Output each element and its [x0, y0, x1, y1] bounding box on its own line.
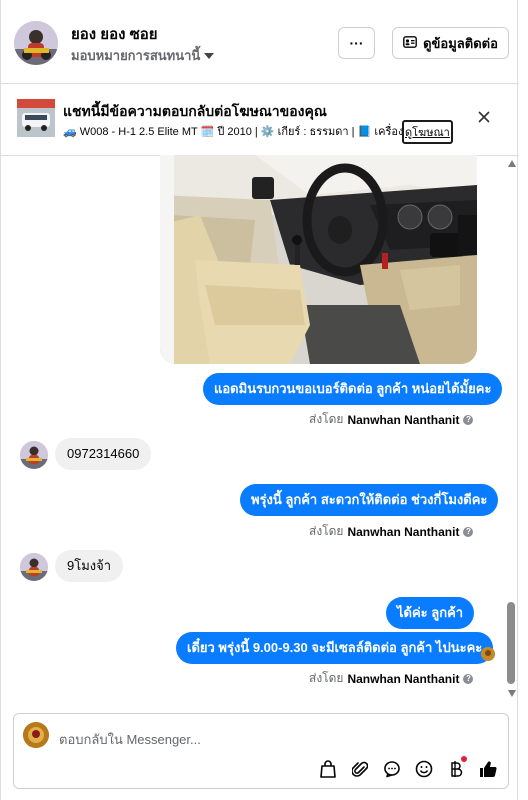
sender-name: Nanwhan Nanthanit — [347, 412, 460, 427]
contact-avatar[interactable] — [14, 21, 58, 65]
outgoing-message[interactable]: พรุ่งนี้ ลูกค้า สะดวกให้ติดต่อ ช่วงกี่โม… — [240, 484, 499, 516]
scrollbar-thumb[interactable] — [507, 602, 515, 684]
outgoing-message[interactable]: แอดมินรบกวนขอเบอร์ติดต่อ ลูกค้า หน่อยได้… — [203, 373, 503, 405]
assign-label: มอบหมายการสนทนานี้ — [71, 48, 201, 63]
close-icon[interactable] — [477, 108, 491, 128]
ad-banner-title: แชทนี้มีข้อความตอบกลับต่อโฆษณาของคุณ — [63, 103, 327, 119]
conversation-panel: ยอง ยอง ซอย มอบหมายการสนทนานี้ ··· ดูข้อ… — [0, 0, 519, 800]
view-contact-button[interactable]: ดูข้อมูลติดต่อ — [392, 27, 509, 59]
scroll-up-arrow[interactable] — [508, 160, 516, 167]
info-icon[interactable]: ? — [463, 414, 474, 425]
shopping-bag-icon[interactable] — [317, 758, 339, 780]
more-options-button[interactable]: ··· — [338, 27, 375, 59]
reply-input[interactable]: ตอบกลับใน Messenger... — [59, 729, 201, 750]
contact-name[interactable]: ยอง ยอง ซอย — [71, 22, 158, 46]
conversation-header: ยอง ยอง ซอย มอบหมายการสนทนานี้ ··· ดูข้อ… — [1, 0, 519, 84]
outgoing-message[interactable]: เดี๋ยว พรุ่งนี้ 9.00-9.30 จะมีเซลล์ติดต่… — [176, 632, 494, 664]
view-contact-label: ดูข้อมูลติดต่อ — [423, 35, 498, 51]
info-icon[interactable]: ? — [463, 526, 474, 537]
message-composer[interactable]: ตอบกลับใน Messenger... — [13, 713, 509, 789]
page-avatar — [23, 722, 49, 748]
incoming-message[interactable]: 0972314660 — [55, 438, 152, 470]
info-icon[interactable]: ? — [463, 673, 474, 684]
contact-avatar-small — [20, 441, 48, 469]
sent-by-prefix: ส่งโดย — [309, 524, 344, 538]
like-icon[interactable] — [477, 758, 499, 780]
ad-reply-banner: แชทนี้มีข้อความตอบกลับต่อโฆษณาของคุณ 🚙 W… — [1, 84, 519, 156]
sent-by-label: ส่งโดย Nanwhan Nanthanit ? — [309, 669, 474, 688]
chevron-down-icon — [204, 48, 215, 63]
contact-avatar-small — [20, 553, 48, 581]
view-ad-link[interactable]: ดูโฆษณา — [402, 120, 453, 144]
attachment-icon[interactable] — [349, 758, 371, 780]
sender-name: Nanwhan Nanthanit — [347, 524, 460, 539]
sent-by-label: ส่งโดย Nanwhan Nanthanit ? — [309, 522, 474, 541]
emoji-icon[interactable] — [413, 758, 435, 780]
composer-toolbar — [317, 756, 499, 780]
contact-card-icon — [403, 35, 417, 51]
seen-indicator-avatar — [481, 647, 495, 661]
sent-by-label: ส่งโดย Nanwhan Nanthanit ? — [309, 410, 474, 429]
sent-by-prefix: ส่งโดย — [309, 412, 344, 426]
car-interior-photo[interactable] — [160, 155, 477, 364]
ad-description: 🚙 W008 - H-1 2.5 Elite MT 🗓️ ปี 2010 | ⚙… — [63, 126, 403, 138]
incoming-message[interactable]: 9โมงจ้า — [55, 550, 124, 582]
chat-icon[interactable] — [381, 758, 403, 780]
outgoing-message[interactable]: ได้ค่ะ ลูกค้า — [386, 597, 475, 629]
ad-thumbnail[interactable] — [17, 99, 55, 137]
sent-by-prefix: ส่งโดย — [309, 671, 344, 685]
baht-icon[interactable] — [445, 756, 467, 780]
scroll-down-arrow[interactable] — [508, 690, 516, 697]
sender-name: Nanwhan Nanthanit — [347, 671, 460, 686]
notification-dot — [461, 756, 467, 762]
assign-conversation-dropdown[interactable]: มอบหมายการสนทนานี้ — [71, 45, 215, 66]
